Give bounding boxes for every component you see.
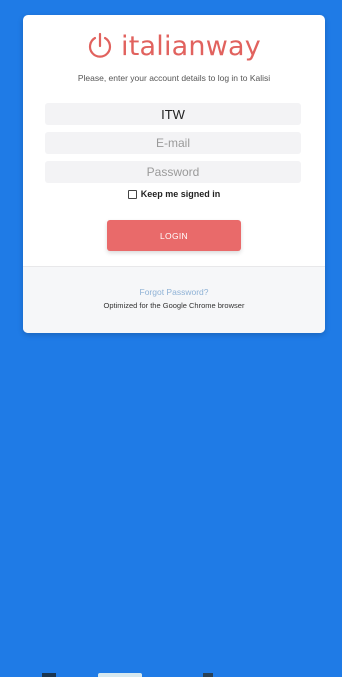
card-footer: Forgot Password? Optimized for the Googl… [23, 266, 325, 333]
browser-note: Optimized for the Google Chrome browser [103, 301, 245, 310]
power-icon [88, 32, 112, 58]
keep-signed-in-label: Keep me signed in [140, 189, 221, 199]
company-field[interactable] [45, 103, 301, 125]
login-instructions: Please, enter your account details to lo… [77, 73, 271, 83]
background-decoration [42, 673, 56, 677]
brand-name: italianway [121, 30, 261, 62]
login-button-label: LOGIN [160, 230, 188, 241]
login-button[interactable]: LOGIN [107, 220, 241, 251]
background-strip [0, 333, 342, 677]
brand-logo: italianway [23, 29, 325, 63]
keep-signed-in-checkbox[interactable] [127, 189, 137, 199]
login-card: italianway Please, enter your account de… [23, 15, 325, 333]
background-decoration [98, 673, 142, 677]
keep-signed-in[interactable]: Keep me signed in [23, 189, 325, 199]
email-field[interactable] [45, 132, 301, 154]
forgot-password-link[interactable]: Forgot Password? [23, 287, 325, 297]
background-decoration [203, 673, 213, 677]
password-field[interactable] [45, 161, 301, 183]
